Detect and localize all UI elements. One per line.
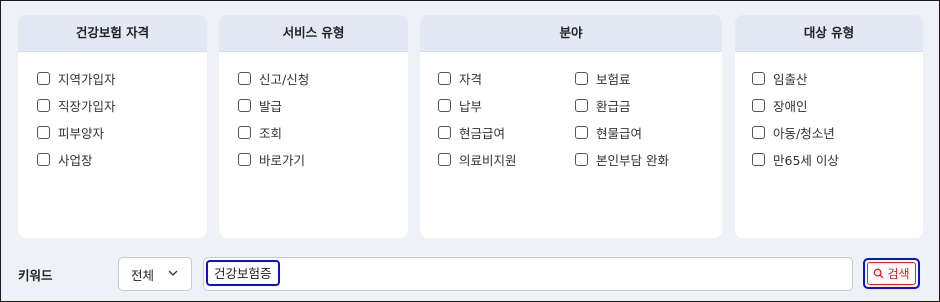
checkbox-option-field-7[interactable]: 본인부담 완화 bbox=[575, 150, 669, 169]
checkbox-label: 현물급여 bbox=[596, 126, 643, 141]
checkbox-label: 발급 bbox=[259, 99, 283, 114]
search-filter-frame: 건강보험 자격 지역가입자 직장가입자 피부양자 사업장 서비스 유형 신고/신… bbox=[0, 0, 940, 302]
checkbox-option-field-1[interactable]: 보험료 bbox=[575, 69, 631, 88]
checkbox[interactable] bbox=[238, 99, 251, 112]
checkbox-option-field-4[interactable]: 현금급여 bbox=[438, 123, 505, 142]
checkbox[interactable] bbox=[37, 72, 50, 85]
checkbox-label: 아동/청소년 bbox=[773, 126, 835, 141]
checkbox-label: 조회 bbox=[259, 126, 283, 141]
checkbox-option-eligibility-0[interactable]: 지역가입자 bbox=[37, 69, 116, 88]
checkbox-option-service-1[interactable]: 발급 bbox=[238, 96, 282, 115]
checkbox-option-field-3[interactable]: 환급금 bbox=[575, 96, 631, 115]
panel-target-type: 대상 유형 임출산 장애인 아동/청소년 만65세 이상 bbox=[735, 15, 923, 238]
checkbox-option-field-2[interactable]: 납부 bbox=[438, 96, 482, 115]
checkbox-option-target-3[interactable]: 만65세 이상 bbox=[752, 150, 839, 169]
checkbox-option-eligibility-1[interactable]: 직장가입자 bbox=[37, 96, 116, 115]
checkbox[interactable] bbox=[438, 153, 451, 166]
checkbox-label: 장애인 bbox=[773, 99, 808, 114]
keyword-input-value[interactable]: 건강보험증 bbox=[206, 260, 280, 286]
checkbox[interactable] bbox=[752, 99, 765, 112]
checkbox-label: 본인부담 완화 bbox=[596, 153, 669, 168]
checkbox[interactable] bbox=[575, 99, 588, 112]
checkbox-option-eligibility-2[interactable]: 피부양자 bbox=[37, 123, 104, 142]
scope-select-value: 전체 bbox=[131, 267, 155, 283]
search-button-label: 검색 bbox=[887, 267, 910, 281]
checkbox-label: 지역가입자 bbox=[58, 72, 116, 87]
checkbox-label: 현금급여 bbox=[459, 126, 506, 141]
checkbox[interactable] bbox=[752, 153, 765, 166]
checkbox-label: 납부 bbox=[459, 99, 483, 114]
checkbox-label: 보험료 bbox=[596, 72, 631, 87]
checkbox[interactable] bbox=[438, 126, 451, 139]
checkbox[interactable] bbox=[438, 99, 451, 112]
checkbox-label: 신고/신청 bbox=[259, 72, 310, 87]
checkbox-option-field-5[interactable]: 현물급여 bbox=[575, 123, 642, 142]
checkbox[interactable] bbox=[752, 126, 765, 139]
checkbox[interactable] bbox=[37, 99, 50, 112]
checkbox-option-field-6[interactable]: 의료비지원 bbox=[438, 150, 517, 169]
checkbox[interactable] bbox=[238, 153, 251, 166]
checkbox-label: 사업장 bbox=[58, 153, 93, 168]
checkbox[interactable] bbox=[37, 126, 50, 139]
panel-field: 분야 자격 보험료 납부 환급금 현금급여 현물급여 의료비지원 본인부담 완화 bbox=[420, 15, 722, 238]
search-button[interactable]: 검색 bbox=[863, 258, 920, 289]
checkbox-option-service-3[interactable]: 바로가기 bbox=[238, 150, 305, 169]
checkbox[interactable] bbox=[438, 72, 451, 85]
checkbox-option-target-1[interactable]: 장애인 bbox=[752, 96, 808, 115]
checkbox-option-target-0[interactable]: 임출산 bbox=[752, 69, 808, 88]
panel-eligibility: 건강보험 자격 지역가입자 직장가입자 피부양자 사업장 bbox=[18, 15, 207, 238]
checkbox-option-service-0[interactable]: 신고/신청 bbox=[238, 69, 309, 88]
checkbox-label: 임출산 bbox=[773, 72, 808, 87]
checkbox[interactable] bbox=[575, 153, 588, 166]
panel-service-type: 서비스 유형 신고/신청 발급 조회 바로가기 bbox=[219, 15, 408, 238]
checkbox[interactable] bbox=[238, 126, 251, 139]
checkbox-label: 바로가기 bbox=[259, 153, 306, 168]
checkbox[interactable] bbox=[575, 72, 588, 85]
checkbox-option-service-2[interactable]: 조회 bbox=[238, 123, 282, 142]
checkbox-label: 만65세 이상 bbox=[773, 153, 839, 168]
checkbox-label: 환급금 bbox=[596, 99, 631, 114]
search-button-inner[interactable]: 검색 bbox=[867, 262, 916, 285]
checkbox[interactable] bbox=[238, 72, 251, 85]
checkbox-label: 직장가입자 bbox=[58, 99, 116, 114]
checkbox-option-eligibility-3[interactable]: 사업장 bbox=[37, 150, 93, 169]
checkbox-option-field-0[interactable]: 자격 bbox=[438, 69, 482, 88]
checkbox-label: 자격 bbox=[459, 72, 483, 87]
keyword-label: 키워드 bbox=[18, 268, 53, 283]
chevron-down-icon bbox=[168, 270, 178, 276]
scope-select[interactable]: 전체 bbox=[118, 257, 192, 291]
checkbox-label: 피부양자 bbox=[58, 126, 105, 141]
checkbox-label: 의료비지원 bbox=[459, 153, 517, 168]
checkbox[interactable] bbox=[575, 126, 588, 139]
checkbox-option-target-2[interactable]: 아동/청소년 bbox=[752, 123, 835, 142]
keyword-input[interactable]: 건강보험증 bbox=[203, 257, 853, 291]
checkbox[interactable] bbox=[37, 153, 50, 166]
search-icon bbox=[874, 268, 884, 279]
checkbox[interactable] bbox=[752, 72, 765, 85]
